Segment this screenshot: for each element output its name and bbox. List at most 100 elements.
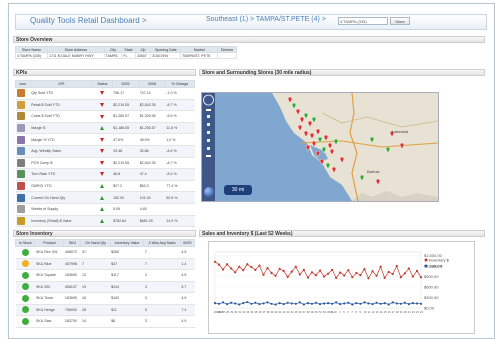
data-point[interactable] bbox=[246, 300, 249, 304]
data-point[interactable] bbox=[262, 302, 265, 305]
data-point[interactable] bbox=[258, 303, 261, 306]
zoom-level-icon[interactable] bbox=[207, 147, 210, 150]
map-nav-control[interactable] bbox=[202, 93, 215, 201]
data-point[interactable] bbox=[343, 302, 346, 305]
legend-label[interactable]: Sales $ bbox=[429, 264, 443, 269]
data-point[interactable] bbox=[213, 260, 217, 263]
zoom-in-icon[interactable] bbox=[206, 109, 211, 111]
store-pin-icon[interactable] bbox=[305, 144, 311, 152]
zoom-level-icon[interactable] bbox=[207, 123, 210, 126]
data-point[interactable] bbox=[331, 302, 334, 305]
globe-icon[interactable] bbox=[204, 187, 214, 197]
data-point[interactable] bbox=[371, 270, 374, 273]
data-point[interactable] bbox=[290, 270, 293, 273]
data-point[interactable] bbox=[234, 271, 237, 274]
data-point[interactable] bbox=[395, 302, 398, 305]
data-point[interactable] bbox=[274, 303, 277, 306]
breadcrumb[interactable]: Southeast (1) > TAMPA/ST.PETE (4) > bbox=[206, 16, 326, 23]
column-header[interactable]: Icon bbox=[15, 80, 31, 88]
data-point[interactable] bbox=[363, 268, 366, 271]
data-point[interactable] bbox=[278, 302, 281, 305]
data-point[interactable] bbox=[411, 302, 415, 305]
column-header[interactable]: WOS bbox=[179, 239, 196, 247]
data-point[interactable] bbox=[242, 269, 245, 272]
column-header[interactable]: 2009 bbox=[111, 80, 140, 88]
data-point[interactable] bbox=[367, 277, 370, 280]
data-point[interactable] bbox=[217, 263, 221, 266]
store-button[interactable]: Store bbox=[390, 17, 410, 25]
data-point[interactable] bbox=[310, 271, 314, 274]
data-point[interactable] bbox=[314, 274, 318, 277]
data-point[interactable] bbox=[403, 301, 406, 304]
data-point[interactable] bbox=[310, 302, 314, 305]
kpi-row[interactable]: Retail $ Sold YTD $2,219.55 $2,542.35 -8.7 … bbox=[15, 99, 195, 112]
data-point[interactable] bbox=[379, 265, 382, 268]
store-select[interactable]: 4 TAMPA (335) bbox=[338, 17, 388, 25]
data-point[interactable] bbox=[282, 303, 285, 306]
kpi-row[interactable]: Costs $ Sold YTD $1,289.97 $1,309.95 -5.5 % bbox=[15, 110, 195, 123]
data-point[interactable] bbox=[302, 268, 305, 271]
zoom-level-icon[interactable] bbox=[207, 115, 210, 118]
data-point[interactable] bbox=[322, 275, 326, 278]
data-point[interactable] bbox=[375, 301, 378, 304]
data-point[interactable] bbox=[274, 274, 277, 277]
data-point[interactable] bbox=[298, 301, 301, 304]
data-point[interactable] bbox=[351, 276, 354, 279]
data-point[interactable] bbox=[230, 267, 233, 270]
data-point[interactable] bbox=[347, 301, 350, 304]
data-point[interactable] bbox=[415, 269, 419, 272]
inventory-row[interactable]: SKU Square 183690 13 $117 3 4.5 bbox=[15, 269, 195, 282]
data-point[interactable] bbox=[282, 269, 285, 272]
data-point[interactable] bbox=[335, 276, 338, 279]
kpi-row[interactable]: Margin % YTD 47.6% 49.0% 1.0 % bbox=[15, 133, 195, 146]
data-point[interactable] bbox=[371, 303, 374, 306]
data-point[interactable] bbox=[270, 271, 273, 275]
column-header[interactable]: % Change bbox=[164, 80, 196, 88]
kpi-row[interactable]: Turn Rate YTD 46.8 47.4 -8.4 % bbox=[15, 168, 195, 181]
data-point[interactable] bbox=[367, 302, 370, 305]
data-point[interactable] bbox=[339, 271, 342, 274]
data-point[interactable] bbox=[359, 302, 362, 305]
pan-icon[interactable] bbox=[203, 94, 214, 106]
data-point[interactable] bbox=[298, 273, 301, 276]
data-point[interactable] bbox=[407, 303, 410, 306]
data-point[interactable] bbox=[234, 302, 237, 305]
data-point[interactable] bbox=[318, 269, 322, 272]
data-point[interactable] bbox=[246, 263, 249, 266]
data-point[interactable] bbox=[391, 272, 394, 276]
column-header[interactable]: Status bbox=[92, 80, 113, 88]
inventory-row[interactable]: SKU Blue 407998 7 $47 7 1.4 bbox=[15, 258, 195, 270]
data-point[interactable] bbox=[326, 302, 330, 305]
kpi-row[interactable]: Avg. Weekly Sales 29.48 32.86 -8.4 % bbox=[15, 145, 195, 158]
legend-label[interactable]: Inventory $ bbox=[429, 258, 450, 263]
data-point[interactable] bbox=[294, 302, 297, 305]
kpi-row[interactable]: Current On Hand Qty 152.00 101.00 50.5 % bbox=[15, 191, 195, 204]
data-point[interactable] bbox=[302, 303, 305, 306]
store-map[interactable]: Lakeland Bartow 30 mi bbox=[201, 92, 439, 202]
data-point[interactable] bbox=[383, 276, 386, 279]
inventory-row[interactable]: SKU Timer 183695 16 $100 3 4.9 bbox=[15, 292, 195, 305]
column-header[interactable]: 2008 bbox=[138, 80, 166, 88]
data-point[interactable] bbox=[355, 302, 358, 305]
data-point[interactable] bbox=[359, 274, 362, 277]
data-point[interactable] bbox=[314, 301, 318, 304]
data-point[interactable] bbox=[221, 301, 225, 304]
kpi-row[interactable]: POS Comp $ $2,219.55 $2,542.35 -8.7 % bbox=[15, 157, 195, 170]
data-point[interactable] bbox=[339, 303, 342, 306]
data-point[interactable] bbox=[383, 302, 386, 305]
dashboard-title[interactable]: Quality Tools Retail Dashboard > bbox=[30, 16, 147, 25]
column-header[interactable]: Inventory Value bbox=[109, 239, 145, 247]
column-header[interactable]: KPI bbox=[29, 80, 94, 88]
data-point[interactable] bbox=[351, 303, 354, 306]
data-point[interactable] bbox=[326, 272, 330, 275]
data-point[interactable] bbox=[270, 302, 273, 305]
data-point[interactable] bbox=[387, 270, 390, 274]
zoom-out-icon[interactable] bbox=[206, 155, 211, 157]
data-point[interactable] bbox=[250, 265, 253, 269]
data-point[interactable] bbox=[306, 302, 310, 305]
data-point[interactable] bbox=[355, 271, 358, 275]
data-point[interactable] bbox=[266, 267, 269, 270]
column-header[interactable]: 4 Wks Avg Sales bbox=[143, 239, 181, 247]
data-point[interactable] bbox=[213, 302, 217, 305]
data-point[interactable] bbox=[318, 303, 322, 306]
